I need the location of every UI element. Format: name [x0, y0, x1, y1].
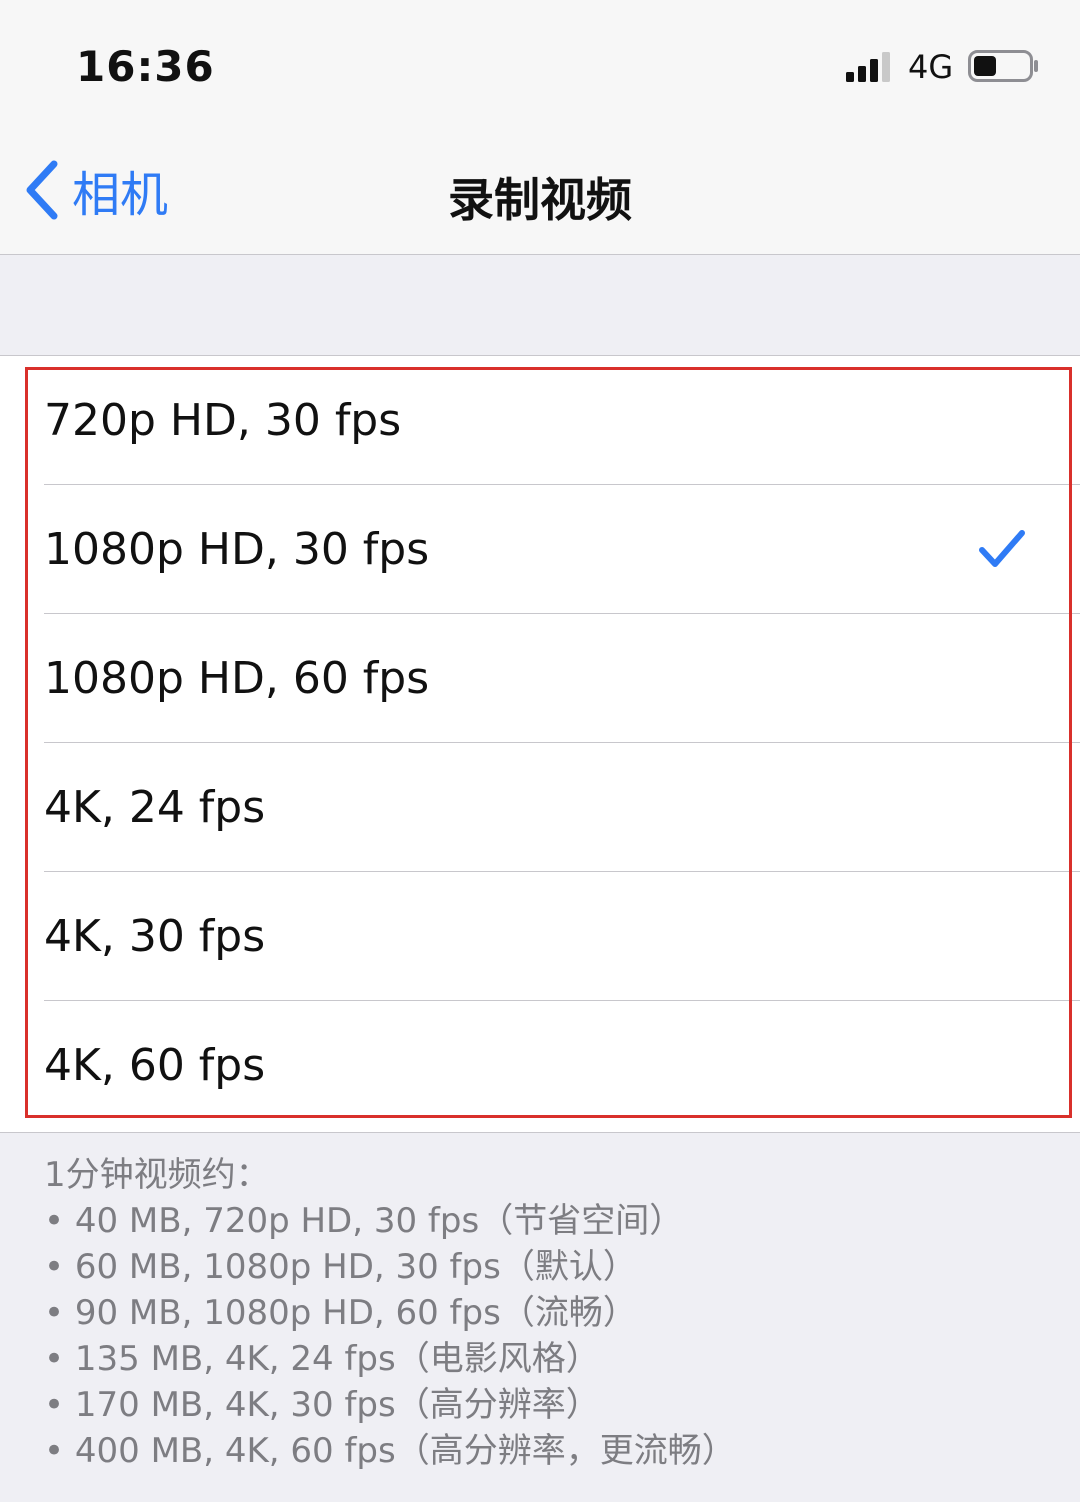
size-info-footer: 1分钟视频约： • 40 MB, 720p HD, 30 fps（节省空间） •…: [44, 1152, 1044, 1474]
option-label: 1080p HD, 30 fps: [44, 524, 430, 575]
page-title: 录制视频: [448, 173, 632, 227]
footer-line: • 135 MB, 4K, 24 fps（电影风格）: [44, 1339, 600, 1379]
status-bar: 16:36 4G: [0, 0, 1080, 130]
signal-icon: [846, 52, 890, 82]
option-label: 4K, 30 fps: [44, 911, 266, 962]
option-label: 1080p HD, 60 fps: [44, 653, 430, 704]
footer-line: • 60 MB, 1080p HD, 30 fps（默认）: [44, 1247, 637, 1287]
navigation-bar: 相机 录制视频: [0, 130, 1080, 255]
footer-line: • 90 MB, 1080p HD, 60 fps（流畅）: [44, 1293, 637, 1333]
section-spacer: [0, 255, 1080, 355]
status-time: 16:36: [76, 42, 215, 91]
option-1080p-30[interactable]: 1080p HD, 30 fps: [0, 485, 1080, 614]
battery-icon: [968, 50, 1038, 82]
checkmark-icon: [979, 530, 1025, 567]
option-label: 4K, 60 fps: [44, 1040, 266, 1091]
option-4k-60[interactable]: 4K, 60 fps: [0, 1001, 1080, 1130]
option-720p-30[interactable]: 720p HD, 30 fps: [0, 356, 1080, 485]
footer-heading: 1分钟视频约：: [44, 1155, 270, 1195]
video-format-list: 720p HD, 30 fps 1080p HD, 30 fps 1080p H…: [0, 355, 1080, 1133]
option-label: 720p HD, 30 fps: [44, 395, 402, 446]
option-label: 4K, 24 fps: [44, 782, 266, 833]
network-type: 4G: [908, 48, 954, 86]
option-4k-24[interactable]: 4K, 24 fps: [0, 743, 1080, 872]
footer-line: • 400 MB, 4K, 60 fps（高分辨率，更流畅）: [44, 1431, 736, 1471]
option-4k-30[interactable]: 4K, 30 fps: [0, 872, 1080, 1001]
footer-line: • 40 MB, 720p HD, 30 fps（节省空间）: [44, 1201, 684, 1241]
option-1080p-60[interactable]: 1080p HD, 60 fps: [0, 614, 1080, 743]
footer-line: • 170 MB, 4K, 30 fps（高分辨率）: [44, 1385, 600, 1425]
